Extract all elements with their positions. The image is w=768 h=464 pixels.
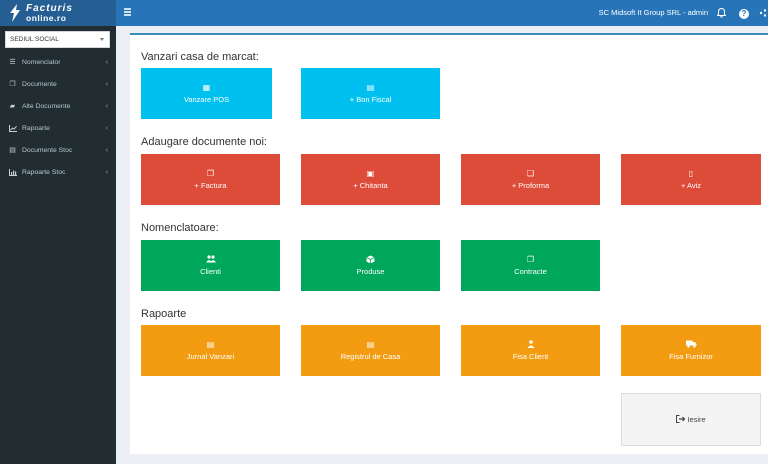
tile-label: Fisa Furnizor [669,352,713,361]
line-chart-icon [8,118,17,140]
sidebar-item-label: Rapoarte Stoc [22,169,66,176]
chitanta-button[interactable]: ▣ + Chitanta [301,154,440,205]
sidebar-item-label: Documente [22,81,57,88]
calculator-icon: ▦ [202,83,211,92]
sidebar-item-label: Nomenclator [22,59,61,66]
tile-label: + Factura [194,181,227,190]
sidebar-item-nomenclator[interactable]: ☰ Nomenclator ‹ [0,52,116,74]
contracte-button[interactable]: ❐ Contracte [461,240,600,291]
file-text-icon: ▤ [366,83,375,92]
cube-icon [301,255,440,264]
list-icon: ☰ [9,59,16,66]
tile-label: + Bon Fiscal [349,95,392,104]
help-icon[interactable]: ? [737,6,751,20]
tile-label: Vanzare POS [183,95,230,104]
aviz-button[interactable]: ▯ + Aviz [621,154,761,205]
sidebar-item-label: Alte Documente [22,103,71,110]
proforma-button[interactable]: ❏ + Proforma [461,154,600,205]
tile-label: Fisa Client [512,352,549,361]
vanzare-pos-button[interactable]: ▦ Vanzare POS [141,68,272,119]
sidebar-item-label: Documente Stoc [22,147,73,154]
company-select-value: SEDIUL SOCIAL [10,36,59,43]
fisa-furnizor-button[interactable]: Fisa Furnizor [621,325,761,376]
clienti-button[interactable]: Clienti [141,240,280,291]
briefcase-icon: ▣ [366,169,375,178]
fisa-client-button[interactable]: Fisa Client [461,325,600,376]
tile-label: Produse [356,267,385,276]
sidebar-item-alte-documente[interactable]: ▰ Alte Documente ‹ [0,96,116,118]
document-icon: ▤ [9,147,16,154]
users-icon [141,255,280,264]
chevron-left-icon: ‹ [105,81,108,88]
files-icon: ❏ [526,169,535,178]
tile-label: + Proforma [511,181,550,190]
section-title-adaugare: Adaugare documente noi: [141,136,267,148]
company-select[interactable]: SEDIUL SOCIAL [5,31,110,48]
chevron-left-icon: ‹ [105,103,108,110]
jurnal-vanzari-button[interactable]: ▤ Jurnal Vanzari [141,325,280,376]
bell-icon[interactable] [714,6,728,20]
chevron-left-icon: ‹ [105,59,108,66]
sidebar-menu: ☰ Nomenclator ‹ ❐ Documente ‹ ▰ Alte Doc… [0,52,116,184]
logo-mark-icon [8,4,22,22]
section-title-vanzari: Vanzari casa de marcat: [141,51,259,63]
sidebar-item-rapoarte[interactable]: Rapoarte ‹ [0,118,116,140]
bon-fiscal-button[interactable]: ▤ + Bon Fiscal [301,68,440,119]
logo-line2: online.ro [26,12,67,23]
sign-out-icon [676,415,687,424]
tile-label: + Chitanta [353,181,388,190]
share-icon[interactable] [756,6,768,20]
factura-button[interactable]: ❐ + Factura [141,154,280,205]
copy-icon: ❐ [206,169,215,178]
chevron-left-icon: ‹ [105,147,108,154]
id-card-icon: ▤ [366,340,375,349]
section-title-rapoarte: Rapoarte [141,308,187,320]
menu-icon[interactable] [124,8,131,16]
sidebar-item-label: Rapoarte [22,125,50,132]
sidebar: SEDIUL SOCIAL ☰ Nomenclator ‹ ❐ Document… [0,26,116,464]
truck-icon [621,340,761,349]
section-title-nomenclatoare: Nomenclatoare: [141,222,219,234]
tile-label: Clienti [200,267,221,276]
folder-icon: ▰ [9,103,16,110]
sidebar-item-rapoarte-stoc[interactable]: Rapoarte Stoc ‹ [0,162,116,184]
file-icon: ▯ [688,169,694,178]
produse-button[interactable]: Produse [301,240,440,291]
bar-chart-icon [8,162,17,184]
top-navbar: Facturis online.ro SC Midsoft It Group S… [0,0,768,26]
iesire-label: Iesire [687,415,706,424]
copy-icon: ❐ [9,81,16,88]
tile-label: Registrul de Casa [340,352,401,361]
user-menu[interactable]: SC Midsoft It Group SRL - admin [599,0,708,26]
user-icon [461,340,600,349]
logo-text: Facturis online.ro [26,3,73,23]
id-card-icon: ▤ [206,340,215,349]
iesire-button[interactable]: Iesire [621,393,761,446]
tile-label: Jurnal Vanzari [186,352,235,361]
dashboard-panel: Vanzari casa de marcat: ▦ Vanzare POS ▤ … [130,33,768,454]
sidebar-item-documente[interactable]: ❐ Documente ‹ [0,74,116,96]
tile-label: + Aviz [680,181,702,190]
copy-icon: ❐ [526,255,535,264]
sidebar-item-documente-stoc[interactable]: ▤ Documente Stoc ‹ [0,140,116,162]
logo[interactable]: Facturis online.ro [0,0,116,26]
chevron-left-icon: ‹ [105,125,108,132]
registrul-de-casa-button[interactable]: ▤ Registrul de Casa [301,325,440,376]
caret-down-icon [100,38,104,41]
tile-label: Contracte [514,267,547,276]
chevron-left-icon: ‹ [105,169,108,176]
